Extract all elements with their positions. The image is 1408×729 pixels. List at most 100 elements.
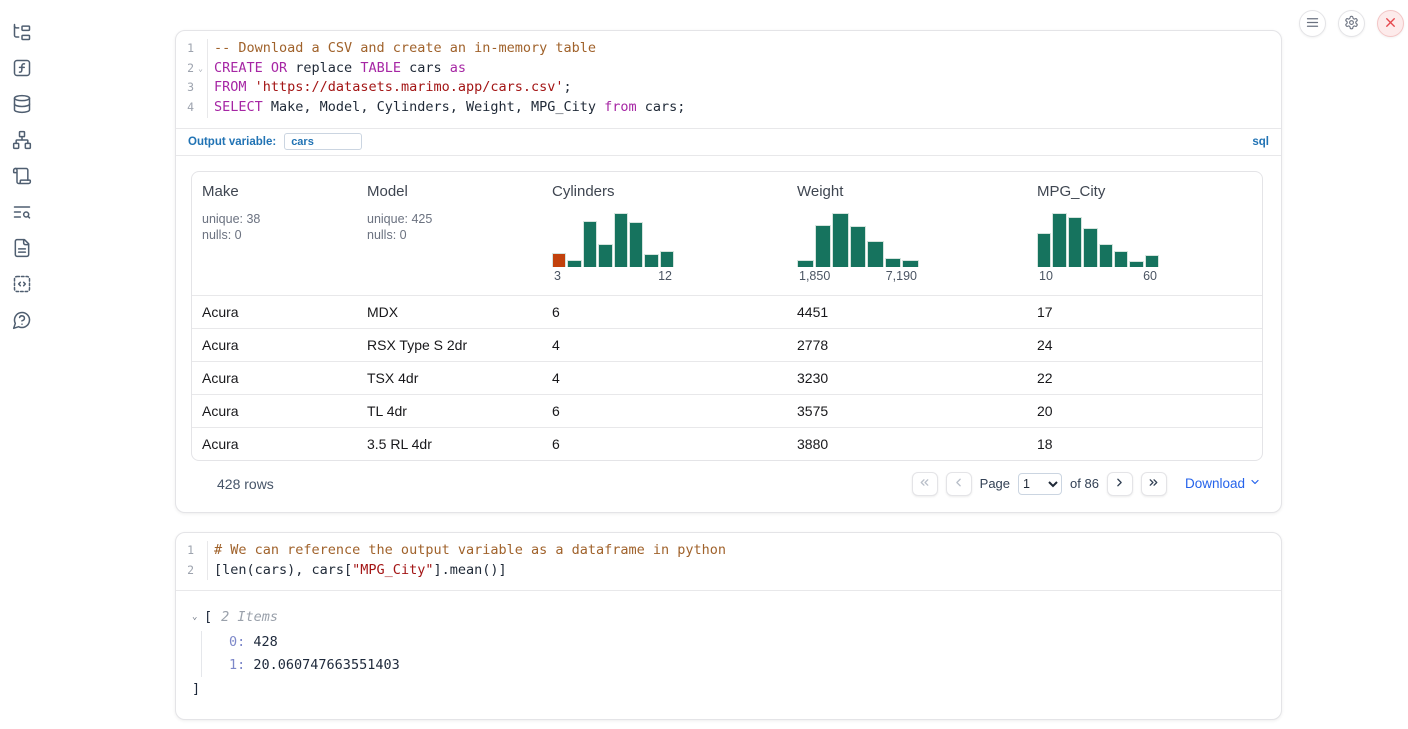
histogram-bar — [1068, 217, 1082, 267]
page-total: of 86 — [1070, 476, 1099, 491]
settings-button[interactable] — [1338, 10, 1365, 37]
histogram-bar — [660, 251, 674, 267]
histogram-bar — [902, 260, 919, 266]
output-variable-label: Output variable: — [188, 136, 276, 148]
histogram-axis-labels: 312 — [552, 269, 674, 283]
table-row[interactable]: AcuraTL 4dr6357520 — [192, 394, 1262, 427]
column-histogram[interactable]: 1,8507,190 — [797, 213, 919, 283]
list-output-header[interactable]: ⌄ [ 2 Items — [192, 607, 1265, 627]
histogram-bar — [1145, 255, 1159, 266]
code-line[interactable]: 2⌄CREATE OR replace TABLE cars as — [176, 59, 1281, 79]
code-text: FROM 'https://datasets.marimo.app/cars.c… — [208, 78, 572, 98]
collapse-caret-icon[interactable]: ⌄ — [192, 607, 204, 627]
chevron-left-icon — [952, 476, 965, 492]
python-cell: 1# We can reference the output variable … — [175, 532, 1282, 720]
histogram-bars — [797, 213, 919, 267]
line-number: 2⌄ — [176, 59, 208, 79]
table-row[interactable]: AcuraRSX Type S 2dr4277824 — [192, 328, 1262, 361]
histogram-axis-labels: 1060 — [1037, 269, 1159, 283]
table-cell: 3880 — [787, 428, 1027, 460]
column-histogram[interactable]: 312 — [552, 213, 674, 283]
table-cell: 18 — [1027, 428, 1262, 460]
table-cell: Acura — [192, 428, 357, 460]
line-number: 1 — [176, 541, 208, 561]
sidebar-code-square-icon[interactable] — [12, 274, 32, 294]
table-cell: 6 — [542, 296, 787, 328]
histogram-bar — [552, 253, 566, 267]
code-line[interactable]: 1# We can reference the output variable … — [176, 541, 1281, 561]
histogram-bar — [1037, 233, 1051, 266]
list-item: 0: 428 — [229, 631, 1265, 654]
histogram-bar — [832, 213, 849, 267]
table-cell: 3575 — [787, 395, 1027, 427]
items-count-label: 2 Items — [221, 607, 278, 627]
sidebar-file-tree-icon[interactable] — [12, 22, 32, 42]
sidebar-file-text-icon[interactable] — [12, 238, 32, 258]
sql-editor-footer: Output variable: sql — [176, 128, 1281, 155]
sidebar-list-search-icon[interactable] — [12, 202, 32, 222]
shutdown-button[interactable] — [1377, 10, 1404, 37]
item-value: 428 — [253, 634, 277, 650]
histogram-bar — [1114, 251, 1128, 267]
sidebar-database-icon[interactable] — [12, 94, 32, 114]
pagination: Page 1 of 86 Download — [912, 472, 1261, 496]
code-line[interactable]: 3FROM 'https://datasets.marimo.app/cars.… — [176, 78, 1281, 98]
column-header-model[interactable]: Modelunique: 425nulls: 0 — [357, 172, 542, 295]
code-line[interactable]: 4SELECT Make, Model, Cylinders, Weight, … — [176, 98, 1281, 118]
column-header-weight[interactable]: Weight 1,8507,190 — [787, 172, 1027, 295]
table-cell: TL 4dr — [357, 395, 542, 427]
page-select[interactable]: 1 — [1018, 473, 1062, 495]
table-cell: TSX 4dr — [357, 362, 542, 394]
page-label: Page — [980, 476, 1010, 491]
sidebar-network-icon[interactable] — [12, 130, 32, 150]
histogram-bar — [1083, 228, 1097, 267]
prev-page-button[interactable] — [946, 472, 972, 496]
sidebar-help-circle-icon[interactable] — [12, 310, 32, 330]
sidebar-scroll-icon[interactable] — [12, 166, 32, 186]
sql-code-editor[interactable]: 1-- Download a CSV and create an in-memo… — [176, 31, 1281, 128]
column-label: Weight — [797, 183, 1017, 200]
close-bracket: ] — [192, 679, 1265, 699]
table-cell: Acura — [192, 395, 357, 427]
data-table: Makeunique: 38nulls: 0Modelunique: 425nu… — [191, 171, 1263, 461]
next-page-button[interactable] — [1107, 472, 1133, 496]
histogram-bars — [552, 213, 674, 267]
item-value: 20.060747663551403 — [253, 657, 399, 673]
histogram-bar — [815, 225, 832, 267]
axis-min-label: 10 — [1039, 269, 1053, 283]
language-badge: sql — [1252, 136, 1269, 148]
table-row[interactable]: AcuraMDX6445117 — [192, 295, 1262, 328]
table-row[interactable]: AcuraTSX 4dr4323022 — [192, 361, 1262, 394]
last-page-button[interactable] — [1141, 472, 1167, 496]
column-label: Make — [202, 183, 347, 200]
table-cell: 4 — [542, 362, 787, 394]
code-text: SELECT Make, Model, Cylinders, Weight, M… — [208, 98, 685, 118]
code-line[interactable]: 2[len(cars), cars["MPG_City"].mean()] — [176, 561, 1281, 581]
output-variable-input[interactable] — [284, 133, 362, 150]
histogram-bar — [567, 260, 581, 267]
histogram-bar — [1099, 244, 1113, 267]
table-row[interactable]: Acura3.5 RL 4dr6388018 — [192, 427, 1262, 460]
first-page-button[interactable] — [912, 472, 938, 496]
close-icon — [1383, 15, 1398, 33]
table-cell: 24 — [1027, 329, 1262, 361]
histogram-bar — [614, 213, 628, 267]
column-header-make[interactable]: Makeunique: 38nulls: 0 — [192, 172, 357, 295]
item-index: 1: — [229, 657, 245, 673]
menu-button[interactable] — [1299, 10, 1326, 37]
line-number: 3 — [176, 78, 208, 98]
download-button[interactable]: Download — [1185, 476, 1261, 491]
sql-output: Makeunique: 38nulls: 0Modelunique: 425nu… — [176, 155, 1281, 512]
table-cell: MDX — [357, 296, 542, 328]
histogram-bar — [885, 258, 902, 267]
fold-chevron-icon[interactable]: ⌄ — [194, 59, 207, 79]
histogram-bars — [1037, 213, 1159, 267]
python-code-editor[interactable]: 1# We can reference the output variable … — [176, 533, 1281, 590]
sidebar-function-square-icon[interactable] — [12, 58, 32, 78]
sql-cell: 1-- Download a CSV and create an in-memo… — [175, 30, 1282, 513]
open-bracket: [ — [204, 607, 212, 627]
column-header-mpg_city[interactable]: MPG_City1060 — [1027, 172, 1262, 295]
column-histogram[interactable]: 1060 — [1037, 213, 1159, 283]
code-line[interactable]: 1-- Download a CSV and create an in-memo… — [176, 39, 1281, 59]
column-header-cylinders[interactable]: Cylinders312 — [542, 172, 787, 295]
